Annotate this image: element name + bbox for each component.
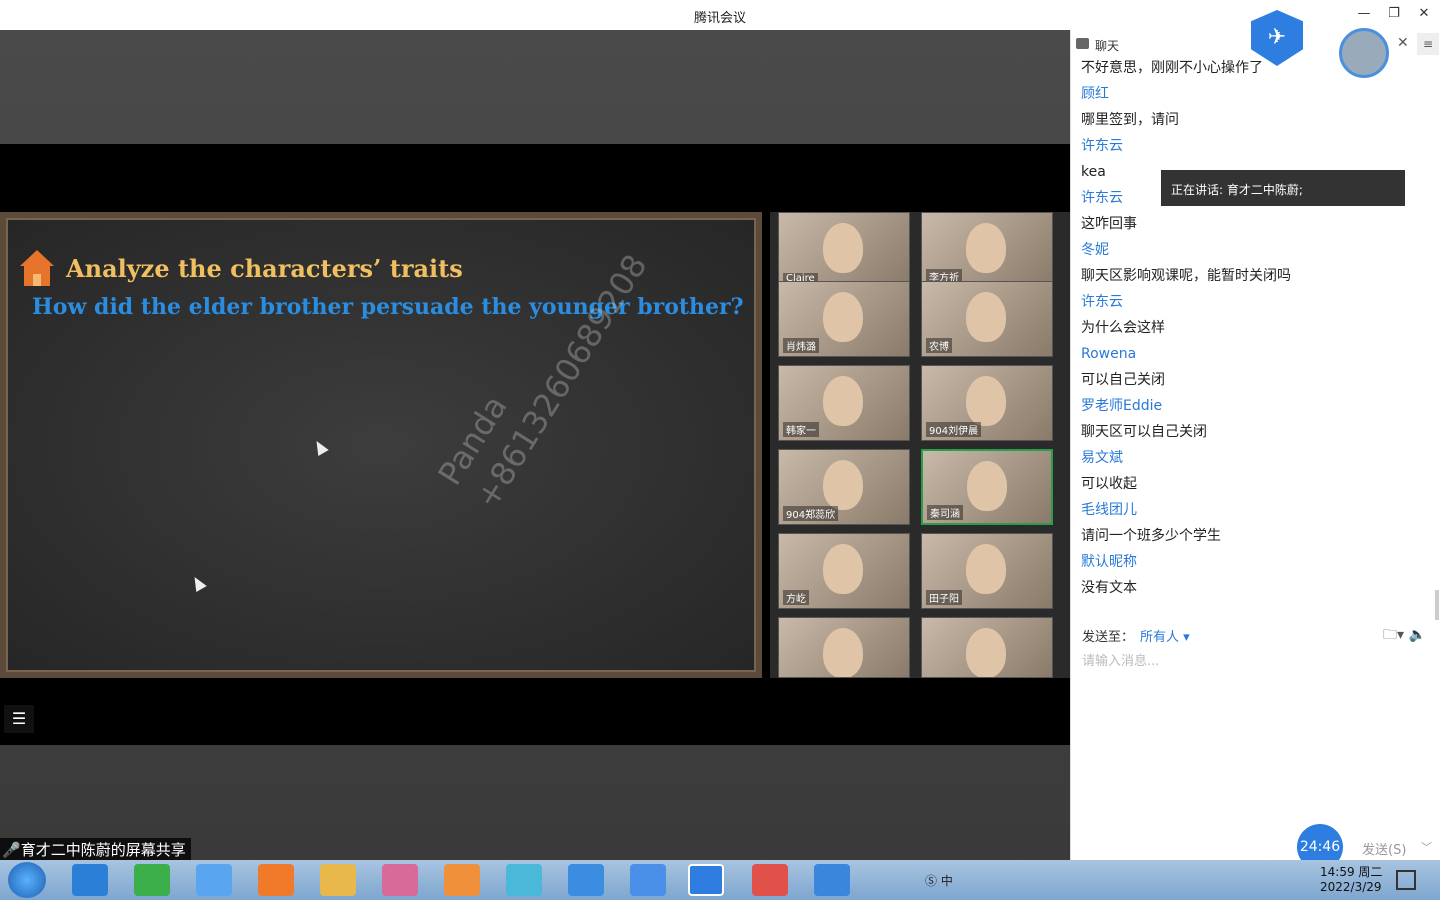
chat-menu-icon[interactable]: ≡ — [1417, 33, 1439, 55]
close-chat-icon[interactable]: ✕ — [1397, 35, 1409, 51]
participant-tile[interactable]: 农博 — [921, 281, 1053, 357]
chat-sender-name: 许东云 — [1081, 294, 1123, 310]
participant-name: 肖炜潞 — [783, 338, 819, 353]
chat-input[interactable]: 请输入消息... — [1082, 650, 1159, 669]
chat-message-text: 可以收起 — [1081, 476, 1137, 492]
share-label-text: 育才二中陈蔚的屏幕共享 — [20, 841, 186, 859]
chat-sender-name: 罗老师Eddie — [1081, 398, 1163, 414]
chat-message-text: 这咋回事 — [1081, 216, 1137, 232]
maximize-button[interactable]: ❐ — [1384, 6, 1404, 24]
taskbar: Ⓢ 中 14:59 周二 2022/3/29 — [0, 860, 1440, 900]
participant-tile[interactable]: Claire — [778, 212, 910, 288]
participant-tile[interactable]: 904刘伊晨 — [921, 365, 1053, 441]
send-to-dropdown[interactable]: 所有人 ▾ — [1140, 626, 1190, 645]
participant-name: 秦司涵 — [927, 505, 963, 520]
browser-icon[interactable] — [72, 864, 108, 896]
chat-sender-name: 顾红 — [1081, 86, 1109, 102]
app-icon[interactable] — [134, 864, 170, 896]
notification-icon[interactable] — [1396, 870, 1416, 890]
music-icon[interactable] — [752, 864, 788, 896]
speaking-indicator: 正在讲话: 育才二中陈蔚; — [1161, 170, 1405, 206]
chat-title: 聊天 — [1095, 39, 1120, 53]
minimize-button[interactable]: — — [1354, 6, 1374, 24]
participant-tile[interactable]: 904郑蕊欣 — [778, 449, 910, 525]
close-button[interactable]: ✕ — [1414, 6, 1434, 24]
participant-name: 农博 — [926, 338, 952, 353]
screen-share-label: 🎤育才二中陈蔚的屏幕共享 — [0, 838, 191, 860]
house-icon — [20, 250, 54, 286]
chat-message-text: 请问一个班多少个学生 — [1081, 528, 1221, 544]
speaker-icon[interactable]: 🔈 — [1408, 627, 1425, 643]
meeting-main-area: Analyze the characters’ traits How did t… — [0, 30, 1070, 860]
participant-name: 田子阳 — [926, 590, 962, 605]
participant-tile[interactable]: 肖炜潞 — [778, 281, 910, 357]
video-player-icon[interactable] — [506, 864, 542, 896]
pdf-icon[interactable] — [444, 864, 480, 896]
slide-blackboard: Analyze the characters’ traits How did t… — [0, 212, 762, 678]
firefox-icon[interactable] — [258, 864, 294, 896]
chat-tools: 🗀▾ 🔈 — [1383, 624, 1426, 648]
chat-sender-name: 许东云 — [1081, 138, 1123, 154]
chat-message-text: 哪里签到，请问 — [1081, 112, 1179, 128]
mouse-cursor-icon — [311, 437, 329, 457]
participant-tile[interactable]: 方屹 — [778, 533, 910, 609]
mouse-cursor-icon — [189, 573, 207, 593]
chat-message-text: 聊天区可以自己关闭 — [1081, 424, 1207, 440]
chat-message-text: 可以自己关闭 — [1081, 372, 1165, 388]
chat-message-text: 聊天区影响观课呢，能暂时关闭吗 — [1081, 268, 1291, 284]
ime-icon[interactable]: Ⓢ — [925, 874, 937, 888]
title-bar: 腾讯会议 — ❐ ✕ — [0, 0, 1440, 30]
participant-tile[interactable] — [921, 617, 1053, 678]
participant-tile[interactable]: 秦司涵 — [921, 449, 1053, 525]
screen-share-view: Analyze the characters’ traits How did t… — [0, 144, 1070, 745]
clock-date[interactable]: 2022/3/29 — [1320, 880, 1382, 894]
photo-icon[interactable] — [382, 864, 418, 896]
chat-icon — [1076, 38, 1089, 49]
participant-name: 904刘伊晨 — [926, 422, 982, 437]
clock-time[interactable]: 14:59 周二 — [1320, 863, 1382, 880]
chat-scrollbar[interactable] — [1435, 590, 1439, 620]
participant-name: 904郑蕊欣 — [783, 506, 839, 521]
window-title: 腾讯会议 — [693, 11, 746, 26]
mic-icon: 🎤 — [2, 841, 21, 859]
folder-icon[interactable] — [320, 864, 356, 896]
chat-message-list: 不好意思，刚刚不小心操作了 顾红 哪里签到，请问 许东云 kea 许东云 这咋回事 冬妮 聊天区… — [1081, 59, 1431, 605]
meeting-app-icon[interactable] — [688, 864, 724, 896]
participant-tile[interactable]: 李方祈 — [921, 212, 1053, 288]
feishu-icon[interactable] — [630, 864, 666, 896]
start-button-icon[interactable] — [8, 862, 46, 898]
app-icon[interactable] — [568, 864, 604, 896]
participant-video-grid: Claire 李方祈 肖炜潞 农博 韩家一 904刘伊晨 904郑蕊欣 秦司涵 … — [770, 212, 1070, 678]
folder-icon[interactable]: 🗀▾ — [1383, 627, 1404, 643]
participant-name: 韩家一 — [783, 422, 819, 437]
send-button[interactable]: 发送(S) — [1362, 839, 1406, 858]
cloud-icon[interactable] — [196, 864, 232, 896]
participant-tile[interactable]: 韩家一 — [778, 365, 910, 441]
chat-header: 聊天 ✈ ✕ ≡ — [1071, 10, 1440, 78]
list-menu-icon[interactable]: ☰ — [4, 705, 34, 733]
participant-tile[interactable]: 田子阳 — [921, 533, 1053, 609]
ime-mode[interactable]: 中 — [941, 874, 953, 888]
participant-name: 方屹 — [783, 590, 809, 605]
chat-sender-name: 易文斌 — [1081, 450, 1123, 466]
participant-tile[interactable] — [778, 617, 910, 678]
chat-panel: 聊天 ✈ ✕ ≡ 不好意思，刚刚不小心操作了 顾红 哪里签到，请问 许东云 kea 许东云… — [1070, 10, 1440, 870]
chat-message-text: 为什么会这样 — [1081, 320, 1165, 336]
chat-sender-name: 毛线团儿 — [1081, 502, 1137, 518]
send-options-icon[interactable]: ﹀ — [1421, 839, 1432, 855]
chat-message-text: 不好意思，刚刚不小心操作了 — [1081, 60, 1263, 76]
share-toolbar: ☰ — [0, 678, 1070, 745]
tencent-meeting-icon[interactable] — [814, 864, 850, 896]
system-tray: Ⓢ 中 — [925, 872, 953, 889]
chat-sender-name: Rowena — [1081, 346, 1137, 362]
send-to-label: 发送至： — [1082, 630, 1135, 645]
chat-sender-name: 冬妮 — [1081, 242, 1109, 258]
chat-sender-name: 默认昵称 — [1081, 554, 1137, 570]
app-logo-icon: ✈ — [1251, 10, 1303, 66]
slide-heading: Analyze the characters’ traits — [66, 254, 463, 283]
chat-message-text: 没有文本 — [1081, 580, 1137, 596]
